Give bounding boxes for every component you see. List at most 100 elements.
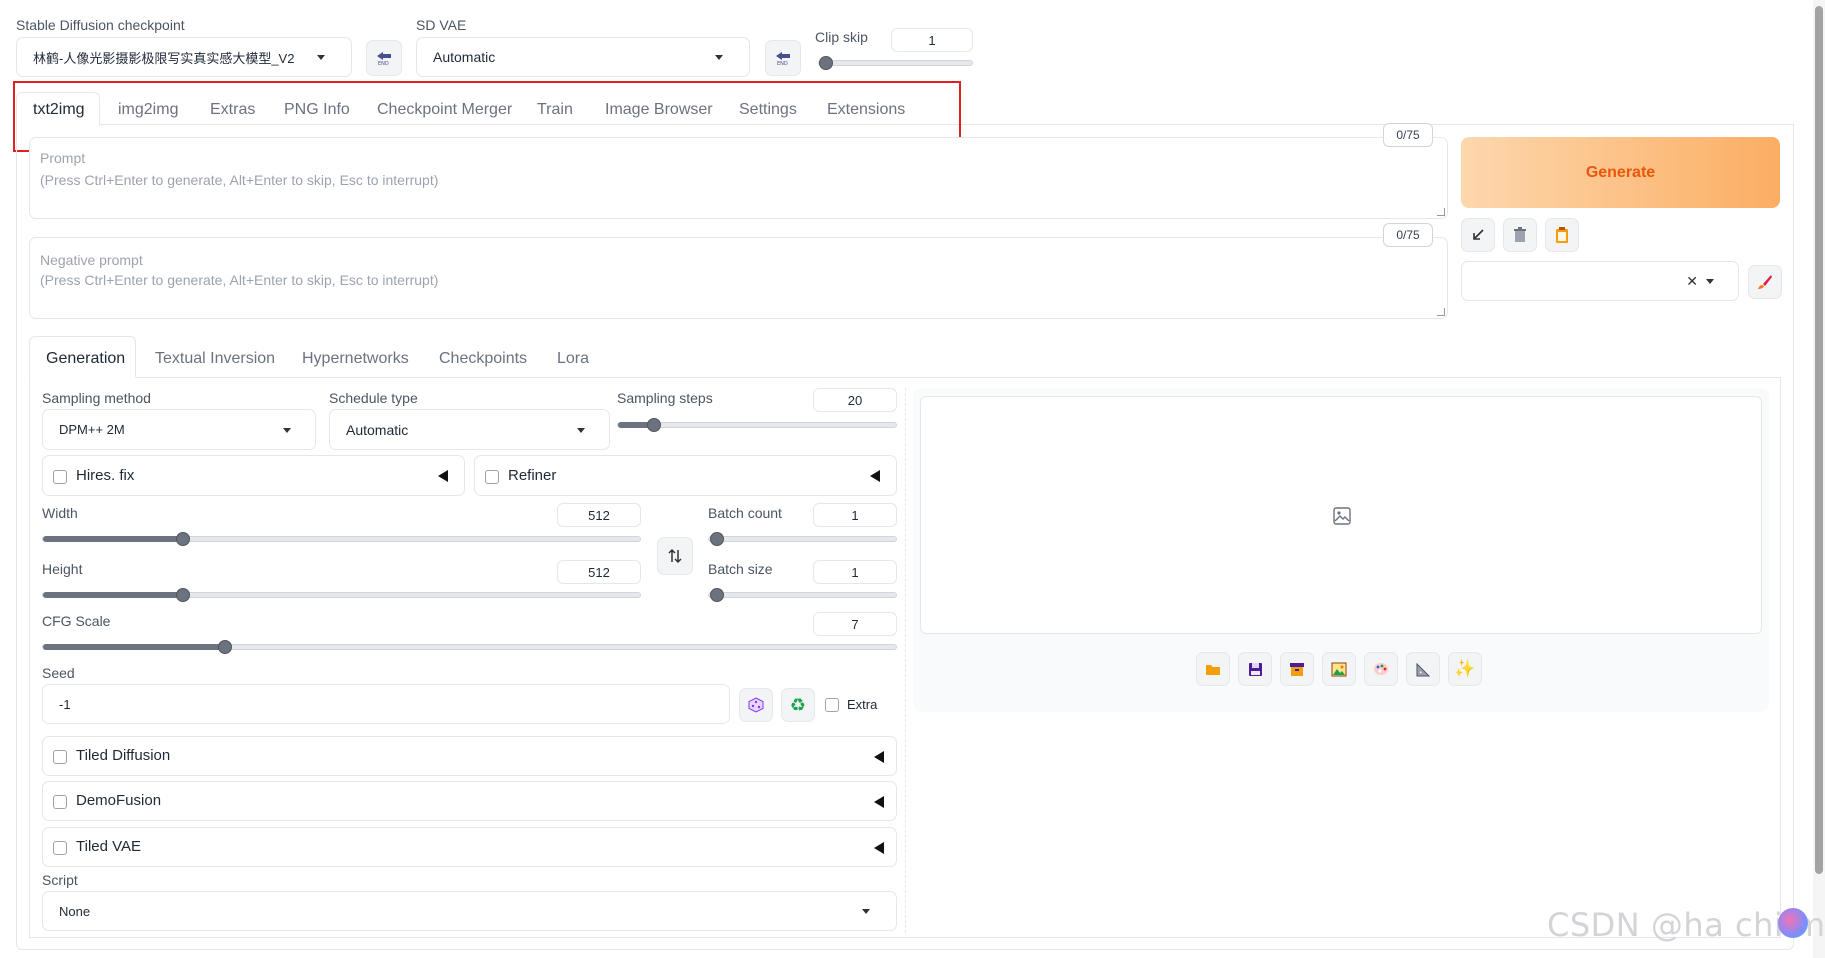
svg-text:END: END: [378, 61, 389, 66]
swap-vertical-icon: [668, 548, 682, 564]
brush-icon: [1758, 275, 1772, 289]
save-button[interactable]: [1238, 652, 1272, 686]
demofusion-label: DemoFusion: [76, 792, 162, 809]
clip-skip-label: Clip skip: [815, 29, 868, 45]
clip-skip-slider[interactable]: [818, 56, 973, 70]
resize-handle-icon[interactable]: [1437, 208, 1445, 216]
ruler-triangle-icon: [1416, 662, 1431, 676]
batch-count-input[interactable]: 1: [813, 503, 897, 527]
upscale-sparkle-button[interactable]: ✨: [1448, 652, 1482, 686]
extra-seed-checkbox[interactable]: [825, 698, 839, 712]
generate-label: Generate: [1585, 163, 1656, 181]
negative-prompt-textarea[interactable]: Negative prompt (Press Ctrl+Enter to gen…: [29, 237, 1448, 319]
batch-size-slider[interactable]: [708, 588, 897, 602]
generate-button[interactable]: Generate: [1461, 137, 1780, 208]
prompt-label: Prompt: [40, 150, 86, 166]
open-folder-button[interactable]: [1196, 652, 1230, 686]
clipboard-icon: [1556, 227, 1568, 243]
hires-fix-checkbox[interactable]: [53, 470, 67, 484]
slider-thumb[interactable]: [647, 418, 661, 432]
subtab-textual-inversion[interactable]: Textual Inversion: [155, 350, 275, 368]
floppy-disk-icon: [1248, 662, 1262, 676]
slider-thumb[interactable]: [176, 532, 190, 546]
subtab-hypernetworks[interactable]: Hypernetworks: [302, 350, 409, 368]
width-slider[interactable]: [42, 532, 641, 546]
tiled-vae-checkbox[interactable]: [53, 841, 67, 855]
batch-count-slider[interactable]: [708, 532, 897, 546]
assistant-orb-icon[interactable]: [1778, 908, 1808, 938]
send-to-inpaint-button[interactable]: [1364, 652, 1398, 686]
demofusion-accordion[interactable]: DemoFusion: [42, 781, 897, 821]
folder-icon: [1206, 665, 1220, 675]
script-dropdown[interactable]: None: [42, 891, 897, 931]
send-to-img2img-button[interactable]: [1322, 652, 1356, 686]
clip-skip-input[interactable]: 1: [891, 28, 973, 52]
zip-button[interactable]: [1280, 652, 1314, 686]
demofusion-checkbox[interactable]: [53, 795, 67, 809]
paste-style-button[interactable]: [1545, 218, 1579, 252]
collapse-arrow-icon[interactable]: [874, 796, 884, 808]
tiled-vae-accordion[interactable]: Tiled VAE: [42, 827, 897, 867]
slider-thumb[interactable]: [710, 532, 724, 546]
slider-thumb[interactable]: [176, 588, 190, 602]
refresh-checkpoint-button[interactable]: END: [366, 40, 402, 76]
subtab-generation[interactable]: Generation: [46, 350, 125, 368]
tiled-diffusion-accordion[interactable]: Tiled Diffusion: [42, 736, 897, 776]
subtab-checkpoints[interactable]: Checkpoints: [439, 350, 527, 368]
slider-thumb[interactable]: [710, 588, 724, 602]
swap-end-icon: END: [377, 52, 391, 66]
collapse-arrow-icon[interactable]: [870, 470, 880, 482]
edit-styles-button[interactable]: [1748, 265, 1782, 299]
height-slider[interactable]: [42, 588, 641, 602]
refresh-vae-button[interactable]: END: [765, 40, 801, 76]
tiled-diffusion-checkbox[interactable]: [53, 750, 67, 764]
sampling-method-dropdown[interactable]: DPM++ 2M: [42, 409, 316, 450]
width-input[interactable]: 512: [557, 503, 641, 527]
tiled-vae-label: Tiled VAE: [76, 838, 142, 855]
chevron-down-icon: [862, 909, 870, 914]
chevron-down-icon: [715, 55, 723, 60]
cfg-scale-input[interactable]: 7: [813, 612, 897, 636]
prompt-textarea[interactable]: Prompt (Press Ctrl+Enter to generate, Al…: [29, 137, 1448, 219]
negative-prompt-token-counter: 0/75: [1383, 223, 1433, 247]
batch-size-input[interactable]: 1: [813, 560, 897, 584]
svg-text:END: END: [777, 61, 788, 66]
read-params-button[interactable]: [1461, 218, 1495, 252]
width-label: Width: [42, 505, 78, 521]
collapse-arrow-icon[interactable]: [438, 470, 448, 482]
slider-thumb[interactable]: [218, 640, 232, 654]
cfg-scale-slider[interactable]: [42, 640, 897, 654]
chevron-down-icon: [1706, 279, 1714, 284]
schedule-type-dropdown[interactable]: Automatic: [329, 409, 610, 450]
checkpoint-label: Stable Diffusion checkpoint: [16, 17, 185, 33]
seed-input[interactable]: -1: [42, 684, 730, 724]
collapse-arrow-icon[interactable]: [874, 842, 884, 854]
checkpoint-dropdown[interactable]: 林鹤-人像光影摄影极限写实真实感大模型_V2: [16, 37, 352, 77]
scrollbar-thumb[interactable]: [1815, 6, 1823, 874]
subtab-lora[interactable]: Lora: [557, 350, 589, 368]
collapse-arrow-icon[interactable]: [874, 751, 884, 763]
random-seed-button[interactable]: [739, 688, 773, 722]
height-input[interactable]: 512: [557, 560, 641, 584]
sampling-steps-input[interactable]: 20: [813, 388, 897, 412]
reuse-seed-button[interactable]: ♻: [781, 688, 815, 722]
slider-thumb[interactable]: [819, 56, 833, 70]
vae-dropdown[interactable]: Automatic: [416, 37, 750, 77]
clear-icon[interactable]: ✕: [1686, 273, 1698, 290]
hires-fix-accordion[interactable]: Hires. fix: [42, 455, 465, 496]
swap-dimensions-button[interactable]: [657, 537, 693, 575]
swap-end-icon: END: [776, 52, 790, 66]
chevron-down-icon: [577, 427, 585, 433]
sampling-steps-slider[interactable]: [617, 418, 897, 432]
styles-dropdown[interactable]: ✕: [1461, 261, 1739, 301]
send-to-extras-button[interactable]: [1406, 652, 1440, 686]
image-gallery[interactable]: [920, 396, 1762, 634]
trash-icon: [1514, 227, 1526, 242]
refiner-accordion[interactable]: Refiner: [474, 455, 897, 496]
resize-handle-icon[interactable]: [1437, 308, 1445, 316]
recycle-icon: ♻: [789, 694, 807, 715]
clear-prompt-button[interactable]: [1503, 218, 1537, 252]
refiner-checkbox[interactable]: [485, 470, 499, 484]
sparkles-icon: ✨: [1454, 659, 1476, 678]
sampling-steps-label: Sampling steps: [617, 390, 713, 406]
